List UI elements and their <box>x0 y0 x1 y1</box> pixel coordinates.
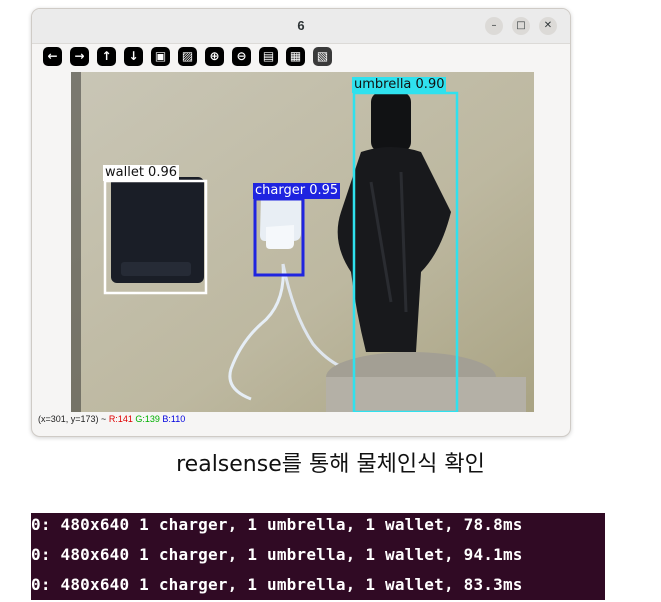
status-bar: (x=301, y=173) ~ R:141 G:139 B:110 <box>38 414 185 424</box>
arrow-right-icon[interactable]: → <box>70 47 89 66</box>
arrow-down-icon[interactable]: ↓ <box>124 47 143 66</box>
save-icon[interactable]: ▤ <box>259 47 278 66</box>
minimize-button[interactable]: – <box>485 17 503 35</box>
arrow-left-icon[interactable]: ← <box>43 47 62 66</box>
zoom-out-icon[interactable]: ⊖ <box>232 47 251 66</box>
red-value: R:141 <box>108 414 133 424</box>
wallet-detection-label: wallet 0.96 <box>103 165 179 181</box>
camera-scene <box>71 72 534 412</box>
cursor-coordinates: (x=301, y=173) ~ <box>38 414 107 424</box>
title-bar[interactable]: 6 – □ ✕ <box>32 9 570 44</box>
terminal-output: 0: 480x640 1 charger, 1 umbrella, 1 wall… <box>31 513 605 600</box>
camera-image[interactable]: wallet 0.96 charger 0.95 umbrella 0.90 <box>71 72 534 412</box>
properties-icon[interactable]: ▧ <box>313 47 332 66</box>
arrow-up-icon[interactable]: ↑ <box>97 47 116 66</box>
terminal-line: 0: 480x640 1 charger, 1 umbrella, 1 wall… <box>31 545 523 564</box>
image-icon[interactable]: ▣ <box>151 47 170 66</box>
image-settings-icon[interactable]: ▨ <box>178 47 197 66</box>
close-button[interactable]: ✕ <box>539 17 557 35</box>
terminal-line: 0: 480x640 1 charger, 1 umbrella, 1 wall… <box>31 515 523 534</box>
clipboard-icon[interactable]: ▦ <box>286 47 305 66</box>
umbrella-detection-label: umbrella 0.90 <box>352 77 447 93</box>
green-value: G:139 <box>135 414 160 424</box>
zoom-in-icon[interactable]: ⊕ <box>205 47 224 66</box>
terminal-line: 0: 480x640 1 charger, 1 umbrella, 1 wall… <box>31 575 523 594</box>
charger-detection-label: charger 0.95 <box>253 183 341 199</box>
image-viewer-window: 6 – □ ✕ ← → ↑ ↓ ▣ ▨ ⊕ ⊖ ▤ ▦ ▧ wallet 0.9… <box>31 8 571 437</box>
maximize-button[interactable]: □ <box>512 17 530 35</box>
caption: realsense를 통해 물체인식 확인 <box>176 452 485 477</box>
blue-value: B:110 <box>162 414 186 424</box>
